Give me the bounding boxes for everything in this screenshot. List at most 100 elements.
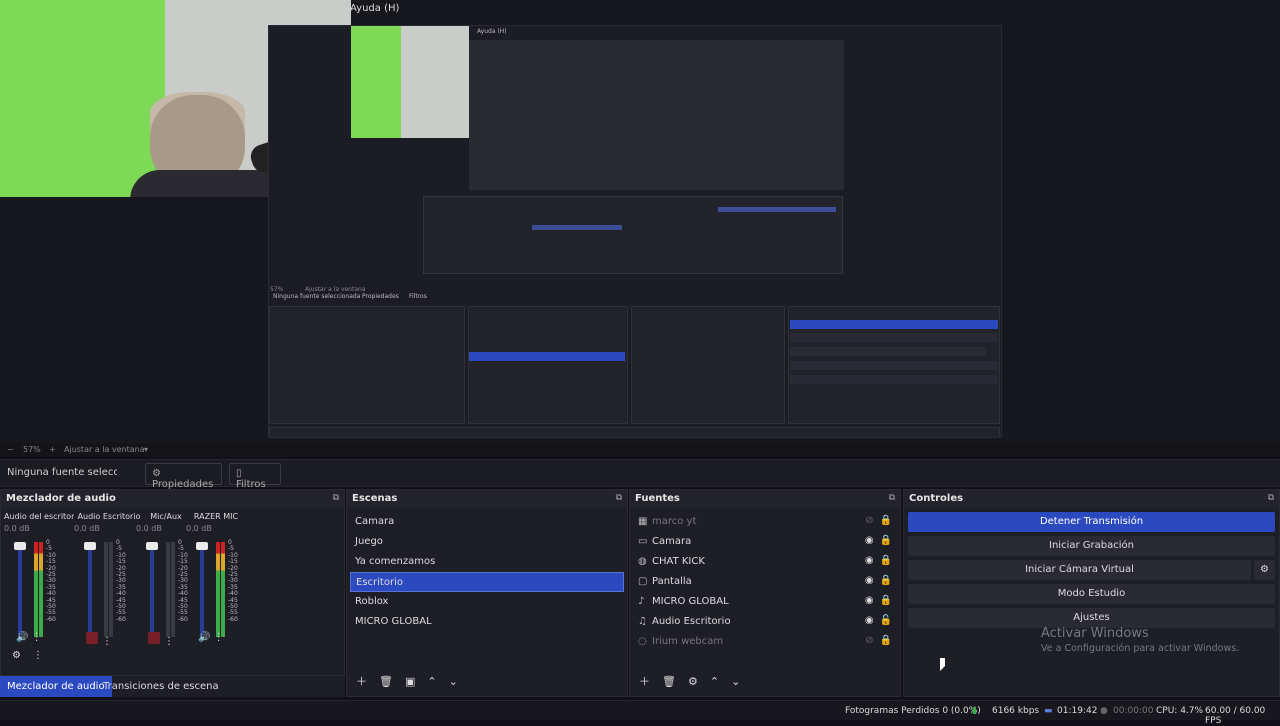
filter-icon[interactable]: ▣ xyxy=(405,675,415,688)
advanced-audio-icon[interactable]: ⚙ xyxy=(12,650,21,661)
scene-item[interactable]: Juego xyxy=(350,532,624,552)
chevron-down-icon[interactable]: ▾ xyxy=(144,445,148,454)
source-item[interactable]: ♫ Audio Escritorio ◉ 🔓 xyxy=(633,612,897,632)
source-item[interactable]: ♪ MICRO GLOBAL ◉ 🔒 xyxy=(633,592,897,612)
level-meter xyxy=(109,542,113,637)
settings-button[interactable]: Ajustes xyxy=(908,608,1275,628)
volume-slider[interactable] xyxy=(18,542,22,637)
meter-scale: 0 -5 -10 -15 -20 -25 -30 -35 -40 -45 -50… xyxy=(116,539,126,623)
stop-streaming-button[interactable]: Detener Transmisión xyxy=(908,512,1275,532)
popout-icon[interactable]: ⧉ xyxy=(1268,493,1274,503)
speaker-icon[interactable]: 🔊 xyxy=(198,632,210,643)
source-label: MICRO GLOBAL xyxy=(652,596,729,607)
nested-preview: Ayuda (H) 57% Ajustar a la ventana Ningu… xyxy=(268,25,1002,438)
chevron-up-icon[interactable]: ⌃ xyxy=(710,675,719,688)
popout-icon[interactable]: ⧉ xyxy=(889,493,895,503)
eye-icon[interactable]: ◉ xyxy=(865,575,874,586)
gear-icon[interactable]: ⚙ xyxy=(688,675,698,688)
nested-webcam xyxy=(351,26,469,138)
lock-icon[interactable]: 🔒 xyxy=(880,535,892,546)
more-icon[interactable]: ⋮ xyxy=(32,632,42,643)
volume-knob[interactable] xyxy=(196,542,208,550)
lock-icon[interactable]: 🔒 xyxy=(880,515,892,526)
zoom-bar: − 57% + Ajustar a la ventana ▾ xyxy=(0,443,1280,457)
lock-icon[interactable]: 🔒 xyxy=(880,555,892,566)
eye-icon[interactable]: ◉ xyxy=(865,535,874,546)
nested-btn-4 xyxy=(790,375,998,384)
volume-knob[interactable] xyxy=(146,542,158,550)
muted-icon[interactable] xyxy=(86,632,98,644)
trash-icon[interactable]: 🗑 xyxy=(662,675,676,688)
tab-audio-mixer[interactable]: Mezclador de audio xyxy=(0,676,112,697)
studio-mode-button[interactable]: Modo Estudio xyxy=(908,584,1275,604)
mouse-cursor xyxy=(940,658,945,671)
scene-item[interactable]: Ya comenzamos xyxy=(350,552,624,572)
source-item[interactable]: ▦ marco yt ⊘ 🔒 xyxy=(633,512,897,532)
add-icon[interactable]: ＋ xyxy=(639,675,650,688)
start-virtual-camera-button[interactable]: Iniciar Cámara Virtual xyxy=(908,560,1251,580)
nested-status xyxy=(269,427,1000,437)
eye-hidden-icon[interactable]: ⊘ xyxy=(865,635,873,646)
properties-button[interactable]: ⚙ Propiedades xyxy=(145,463,222,490)
volume-knob[interactable] xyxy=(84,542,96,550)
virtual-camera-settings-button[interactable]: ⚙ xyxy=(1254,560,1275,580)
channel-razer-mic: RAZER MIC 0.0 dB 0 -5 -10 -15 -20 -25 -3… xyxy=(186,512,246,652)
menu-help[interactable]: Ayuda (H) xyxy=(350,3,399,14)
channel-name: Audio del escritorio xyxy=(4,512,74,521)
trash-icon[interactable]: 🗑 xyxy=(379,675,393,688)
volume-slider[interactable] xyxy=(150,542,154,637)
nested-zoom: 57% xyxy=(270,286,284,293)
volume-knob[interactable] xyxy=(14,542,26,550)
mixer-tabs: Mezclador de audio Transiciones de escen… xyxy=(0,676,345,697)
lock-icon[interactable]: 🔒 xyxy=(880,595,892,606)
source-item[interactable]: ◍ CHAT KICK ◉ 🔒 xyxy=(633,552,897,572)
nested-stop-button xyxy=(790,320,998,329)
filters-button[interactable]: ▯ Filtros xyxy=(229,463,281,490)
popout-icon[interactable]: ⧉ xyxy=(333,493,339,503)
channel-buttons: 🔊 ⋮ xyxy=(198,632,224,643)
chevron-down-icon[interactable]: ⌄ xyxy=(449,675,458,688)
unlock-icon[interactable]: 🔓 xyxy=(880,615,892,626)
muted-icon[interactable] xyxy=(148,632,160,644)
zoom-out-button[interactable]: − xyxy=(7,445,14,454)
more-icon[interactable]: ⋮ xyxy=(102,636,112,647)
zoom-in-button[interactable]: + xyxy=(49,445,56,454)
record-icon: ● xyxy=(1100,706,1108,716)
eye-icon[interactable]: ◉ xyxy=(865,595,874,606)
more-icon[interactable]: ⋮ xyxy=(214,632,224,643)
eye-icon[interactable]: ◉ xyxy=(865,615,874,626)
lock-icon[interactable]: 🔒 xyxy=(880,635,892,646)
scene-item[interactable]: Roblox xyxy=(350,592,624,612)
start-recording-button[interactable]: Iniciar Grabación xyxy=(908,536,1275,556)
fit-window-dropdown[interactable]: Ajustar a la ventana xyxy=(64,445,145,454)
scene-item[interactable]: MICRO GLOBAL xyxy=(350,612,624,632)
program-preview[interactable]: Ayuda (H) Ayuda (H) 57% Ajustar a la ven… xyxy=(0,0,1280,443)
lock-icon[interactable]: 🔒 xyxy=(880,575,892,586)
source-item[interactable]: ▭ Camara ◉ 🔒 xyxy=(633,532,897,552)
volume-slider[interactable] xyxy=(88,542,92,637)
cpu-usage: CPU: 4.7% xyxy=(1156,706,1204,716)
tab-scene-transitions[interactable]: Transiciones de escena xyxy=(96,676,226,697)
add-icon[interactable]: ＋ xyxy=(356,675,367,688)
chevron-up-icon[interactable]: ⌃ xyxy=(427,675,436,688)
speaker-icon[interactable]: 🔊 xyxy=(16,632,28,643)
popout-icon[interactable]: ⧉ xyxy=(616,493,622,503)
more-icon[interactable]: ⋮ xyxy=(33,650,43,661)
dock-title: Fuentes ⧉ xyxy=(630,490,900,508)
source-item[interactable]: ◌ Irium webcam ⊘ 🔒 xyxy=(633,632,897,652)
eye-hidden-icon[interactable]: ⊘ xyxy=(865,515,873,526)
scene-item[interactable]: Camara xyxy=(350,512,624,532)
status-bar: Fotogramas Perdidos 0 (0.0%) ▮ 6166 kbps… xyxy=(0,700,1280,726)
activation-watermark-subtext: Ve a Configuración para activar Windows. xyxy=(1041,643,1240,654)
more-icon[interactable]: ⋮ xyxy=(164,636,174,647)
nested-btn-1 xyxy=(790,333,998,342)
source-label: Audio Escritorio xyxy=(652,616,731,627)
chevron-down-icon[interactable]: ⌄ xyxy=(731,675,740,688)
dock-title: Mezclador de audio ⧉ xyxy=(1,490,344,508)
volume-slider[interactable] xyxy=(200,542,204,637)
mic-icon: ♪ xyxy=(638,596,645,607)
eye-icon[interactable]: ◉ xyxy=(865,555,874,566)
level-meter xyxy=(171,542,175,637)
source-item[interactable]: ▢ Pantalla ◉ 🔒 xyxy=(633,572,897,592)
scene-item-selected[interactable]: Escritorio xyxy=(350,572,624,592)
